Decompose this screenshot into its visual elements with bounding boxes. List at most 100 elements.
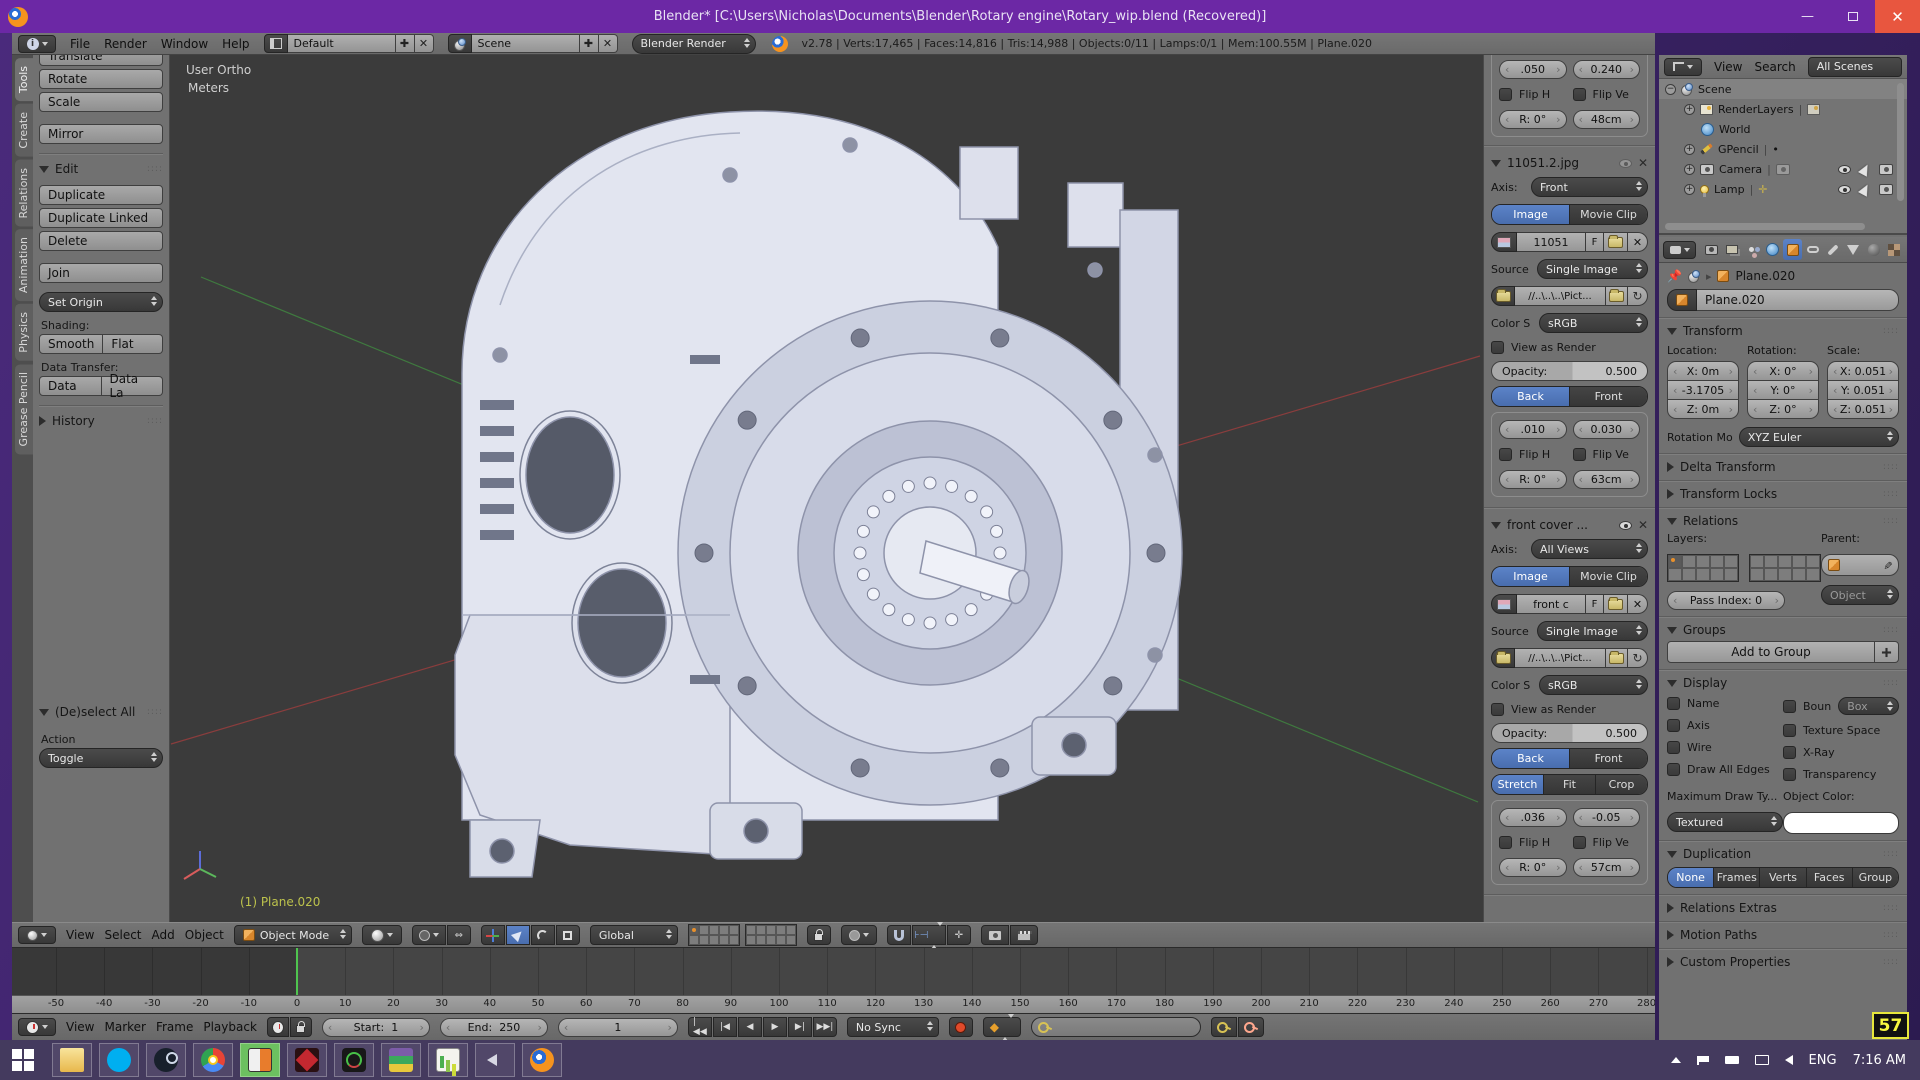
layer-cell[interactable] [1792, 555, 1806, 568]
outliner-row-camera[interactable]: + Camera| [1659, 159, 1907, 179]
bg1-source-toggle[interactable]: ImageMovie Clip [1491, 204, 1648, 225]
bg2-flip-v[interactable]: Flip Ve [1573, 836, 1641, 849]
layer-cell[interactable] [1724, 555, 1738, 568]
relations-extras-header[interactable]: Relations Extras:::: [1667, 901, 1899, 915]
layer-cell[interactable] [1682, 555, 1696, 568]
tray-expand-icon[interactable] [1671, 1057, 1681, 1063]
bg2-offset-x[interactable]: .036 [1499, 808, 1567, 827]
scene-delete-button[interactable]: ✕ [599, 34, 618, 53]
layer-cell[interactable] [1668, 568, 1682, 581]
layer-cell[interactable] [729, 925, 739, 935]
custom-properties-header[interactable]: Custom Properties:::: [1667, 955, 1899, 969]
editor-type-selector[interactable]: i [18, 35, 56, 53]
duplicate-linked-button[interactable]: Duplicate Linked [39, 208, 163, 228]
layer-cell[interactable] [1806, 555, 1820, 568]
layer-cell[interactable] [786, 925, 796, 935]
display-wire-checkbox[interactable]: Wire [1667, 741, 1783, 754]
deselect-panel-header[interactable]: (De)select All:::: [39, 705, 163, 719]
delete-button[interactable]: Delete [39, 231, 163, 251]
clock[interactable]: 7:16 AM [1853, 1053, 1906, 1068]
auto-keyframe-toggle[interactable] [949, 1017, 973, 1037]
renderability-toggle-icon[interactable] [1879, 164, 1893, 175]
bg0-size[interactable]: 48cm [1573, 110, 1641, 129]
opengl-render-anim-button[interactable] [1010, 925, 1038, 945]
renderability-toggle-icon[interactable] [1879, 184, 1893, 195]
display-xray-checkbox[interactable]: X-Ray [1783, 746, 1899, 759]
tab-create[interactable]: Create [15, 104, 33, 157]
viewport-menu-add[interactable]: Add [152, 928, 175, 942]
groups-panel-header[interactable]: Groups:::: [1667, 623, 1899, 637]
bg1-flip-h[interactable]: Flip H [1499, 448, 1567, 461]
tab-texture[interactable] [1885, 239, 1903, 260]
outliner-menu-search[interactable]: Search [1754, 60, 1795, 74]
bg2-open-button[interactable] [1604, 594, 1628, 614]
layer-cell[interactable] [746, 925, 756, 935]
bg1-filepath[interactable]: //..\..\..\Pict... ↻ [1491, 286, 1648, 306]
timeline-ruler[interactable]: -50-40-30-20-100102030405060708090100110… [12, 995, 1655, 1013]
scale-button[interactable]: Scale [39, 92, 163, 112]
parent-type-dropdown[interactable]: Object [1821, 585, 1899, 605]
layer-cell[interactable] [766, 925, 776, 935]
battery-icon[interactable] [1725, 1056, 1739, 1064]
maximize-button[interactable] [1830, 0, 1875, 33]
bg1-offset-x[interactable]: .010 [1499, 420, 1567, 439]
timeline-menu-frame[interactable]: Frame [156, 1020, 193, 1034]
bg1-back-front-toggle[interactable]: BackFront [1491, 386, 1648, 407]
bg2-frame-method-toggle[interactable]: StretchFitCrop [1491, 774, 1648, 795]
bg1-image-datablock[interactable]: 11051 F ✕ [1491, 232, 1648, 252]
data-button[interactable]: Data [39, 376, 102, 396]
translate-button[interactable]: Translate [39, 55, 163, 66]
layer-cell[interactable] [719, 925, 729, 935]
outliner-horizontal-scrollbar[interactable] [1665, 223, 1865, 230]
bounds-type-dropdown[interactable]: Box [1838, 697, 1899, 715]
taskbar-app-cpu-monitor[interactable] [240, 1043, 280, 1077]
bg2-opacity-slider[interactable]: Opacity:0.500 [1491, 723, 1648, 743]
proportional-edit-dropdown[interactable] [841, 925, 877, 945]
viewport-menu-object[interactable]: Object [185, 928, 224, 942]
object-name-field[interactable]: Plane.020 [1667, 289, 1899, 311]
bg0-flip-h[interactable]: Flip H [1499, 88, 1567, 101]
tab-object-data[interactable] [1844, 239, 1862, 260]
visibility-toggle-icon[interactable] [1838, 185, 1851, 194]
manipulator-toggle[interactable] [481, 925, 505, 945]
bg1-unlink-button[interactable]: ✕ [1628, 232, 1648, 252]
location-x[interactable]: X: 0m [1667, 361, 1739, 381]
bg0-offset-y[interactable]: 0.240 [1573, 60, 1641, 79]
menu-file[interactable]: File [70, 37, 90, 51]
outliner-menu-view[interactable]: View [1714, 60, 1742, 74]
bg2-unlink-button[interactable]: ✕ [1628, 594, 1648, 614]
bg1-source-dropdown[interactable]: Single Image [1537, 259, 1648, 279]
bg1-browse-button[interactable] [1606, 286, 1628, 306]
layer-cell[interactable] [1668, 555, 1682, 568]
expand-icon[interactable]: + [1684, 184, 1695, 195]
outliner-filter-dropdown[interactable]: All Scenes [1808, 57, 1902, 77]
delta-transform-header[interactable]: Delta Transform:::: [1667, 460, 1899, 474]
pivot-point-dropdown[interactable] [412, 925, 446, 945]
tab-material[interactable] [1864, 239, 1882, 260]
action-center-icon[interactable] [1697, 1056, 1709, 1065]
outliner-row-gpencil[interactable]: + GPencil| • [1659, 139, 1907, 159]
menu-window[interactable]: Window [161, 37, 208, 51]
opengl-render-button[interactable] [981, 925, 1009, 945]
jump-to-end-button[interactable]: ▶▶| [813, 1017, 837, 1037]
layer-cell[interactable] [1682, 568, 1696, 581]
bg1-header[interactable]: 11051.2.jpg ✕ [1491, 156, 1648, 170]
bg1-fake-user-button[interactable]: F [1586, 232, 1604, 252]
layer-cell[interactable] [1764, 568, 1778, 581]
screen-layout-selector[interactable]: Default ✚ ✕ [264, 34, 434, 53]
timeline-editor-selector[interactable] [18, 1018, 56, 1036]
relations-panel-header[interactable]: Relations:::: [1667, 514, 1899, 528]
collapse-icon[interactable]: − [1665, 84, 1676, 95]
taskbar-app-winrar[interactable] [381, 1043, 421, 1077]
bg1-opacity-slider[interactable]: Opacity:0.500 [1491, 361, 1648, 381]
outliner-row-scene[interactable]: − Scene [1659, 79, 1907, 99]
layout-name[interactable]: Default [288, 34, 396, 53]
tab-tools[interactable]: Tools [15, 58, 33, 101]
bg2-eye-icon[interactable] [1619, 521, 1632, 530]
bg2-rotation[interactable]: R: 0° [1499, 858, 1567, 877]
bg2-remove-icon[interactable]: ✕ [1638, 518, 1648, 532]
tab-animation[interactable]: Animation [15, 229, 33, 301]
display-name-checkbox[interactable]: Name [1667, 697, 1783, 710]
expand-icon[interactable]: + [1684, 164, 1695, 175]
layer-cell[interactable] [756, 925, 766, 935]
